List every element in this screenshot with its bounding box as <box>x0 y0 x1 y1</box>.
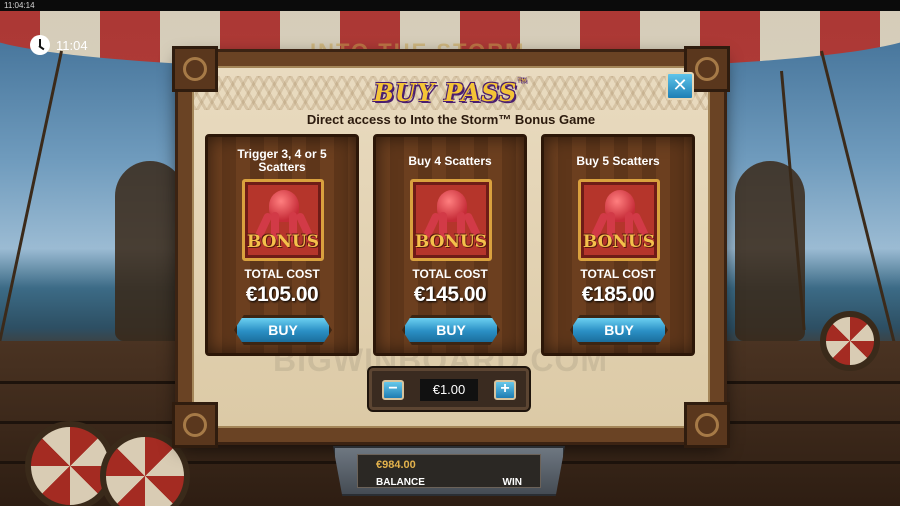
buy-button[interactable]: BUY <box>234 315 332 345</box>
kraken-bonus-icon: BONUS <box>410 179 492 261</box>
balance-label: BALANCE <box>376 477 425 488</box>
game-clock: 11:04 <box>30 35 88 55</box>
price-value: €145.00 <box>413 283 487 306</box>
stake-selector: − €1.00 + <box>369 368 529 410</box>
system-clock: 11:04:14 <box>0 0 900 11</box>
win-label: WIN <box>502 477 522 488</box>
dragon-head-carving-right <box>735 161 805 341</box>
dialog-title: BUY PASS™ <box>178 78 724 107</box>
shield-icon <box>820 311 880 371</box>
balance-value: €984.00 <box>376 459 416 471</box>
dragon-head-carving-left <box>115 161 185 341</box>
decrease-stake-button[interactable]: − <box>382 380 404 400</box>
balance-panel: €984.00 BALANCE WIN <box>357 454 541 488</box>
total-cost-label: TOTAL COST <box>412 267 488 281</box>
dialog-title-text: BUY PASS <box>373 78 518 107</box>
card-title: Buy 4 Scatters <box>408 153 492 168</box>
kraken-bonus-icon: BONUS <box>242 179 324 261</box>
purchase-options: Trigger 3, 4 or 5 Scatters BONUS TOTAL C… <box>205 134 697 356</box>
buy-button[interactable]: BUY <box>570 315 668 345</box>
corner-ornament <box>684 402 730 448</box>
card-title: Trigger 3, 4 or 5 Scatters <box>237 147 327 174</box>
bonus-icon-label: BONUS <box>582 232 656 252</box>
trademark-mark: ™ <box>517 78 529 89</box>
purchase-card: Buy 5 Scatters BONUS TOTAL COST €185.00 … <box>541 134 695 356</box>
purchase-card: Trigger 3, 4 or 5 Scatters BONUS TOTAL C… <box>205 134 359 356</box>
close-button[interactable]: ✕ <box>666 72 694 100</box>
price-value: €185.00 <box>581 283 655 306</box>
dialog-subtitle: Direct access to Into the Storm™ Bonus G… <box>306 112 596 127</box>
buy-button[interactable]: BUY <box>402 315 500 345</box>
clock-time: 11:04 <box>56 37 88 53</box>
price-value: €105.00 <box>245 283 319 306</box>
total-cost-label: TOTAL COST <box>244 267 320 281</box>
purchase-card: Buy 4 Scatters BONUS TOTAL COST €145.00 … <box>373 134 527 356</box>
bonus-icon-label: BONUS <box>414 232 488 252</box>
stake-value: €1.00 <box>420 379 478 401</box>
corner-ornament <box>172 402 218 448</box>
card-title: Buy 5 Scatters <box>576 153 660 168</box>
buy-pass-dialog: ✕ BUY PASS™ Direct access to Into the St… <box>172 46 730 448</box>
balance-bar: €984.00 BALANCE WIN <box>333 446 565 496</box>
bonus-icon-label: BONUS <box>246 232 320 252</box>
clock-icon <box>30 35 50 55</box>
kraken-bonus-icon: BONUS <box>578 179 660 261</box>
total-cost-label: TOTAL COST <box>580 267 656 281</box>
increase-stake-button[interactable]: + <box>494 380 516 400</box>
